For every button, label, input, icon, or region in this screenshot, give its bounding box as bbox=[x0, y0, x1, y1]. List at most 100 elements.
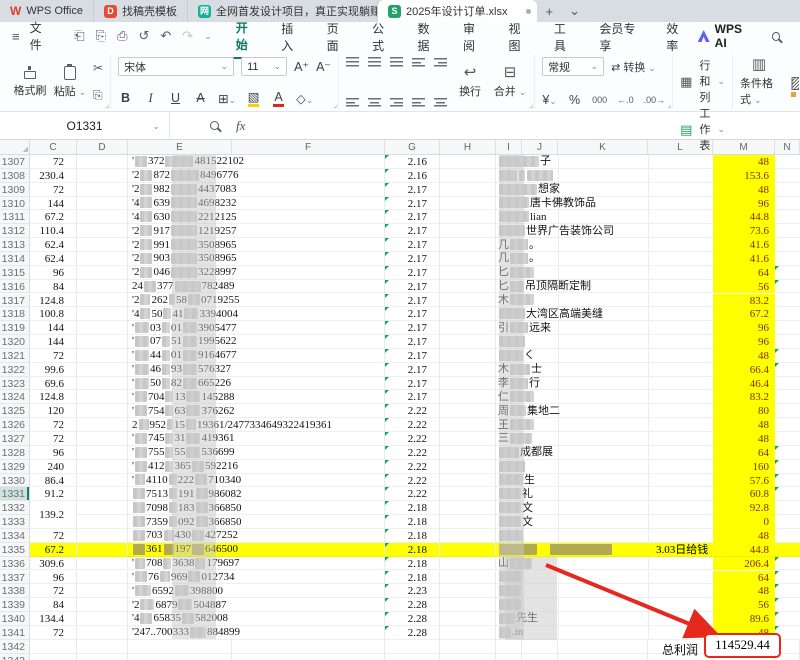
cell-M1333[interactable]: 0 bbox=[713, 515, 775, 529]
cell-C1314[interactable]: 62.4 bbox=[30, 251, 77, 266]
cell-E1308[interactable]: '2 872 8496776 bbox=[128, 168, 385, 183]
cell-D1316[interactable] bbox=[77, 279, 128, 294]
cell-N1315[interactable] bbox=[775, 265, 800, 280]
cell-C1342[interactable] bbox=[30, 639, 77, 654]
cell-H1314[interactable] bbox=[440, 251, 496, 266]
cell-N1329[interactable] bbox=[775, 459, 800, 474]
row-header-1330[interactable]: 1330 bbox=[0, 473, 30, 488]
cell-D1314[interactable] bbox=[77, 251, 128, 266]
cell-I1319[interactable]: 引 远来 bbox=[496, 321, 713, 336]
cell-N1328[interactable] bbox=[775, 445, 800, 460]
row-header-1341[interactable]: 1341 bbox=[0, 625, 30, 640]
cell-E1337[interactable]: ' 76 969 012734 bbox=[128, 570, 385, 585]
align-left-icon[interactable] bbox=[346, 97, 360, 107]
cell-M1313[interactable]: 41.6 bbox=[713, 238, 775, 252]
cell-I1327[interactable]: 三 bbox=[496, 432, 713, 446]
cell-G1322[interactable]: 2.17 bbox=[385, 362, 440, 377]
cell-M1335[interactable]: 44.8 bbox=[713, 542, 775, 557]
format-painter-button[interactable]: 格式刷 bbox=[13, 55, 47, 109]
cell-C1341[interactable]: 72 bbox=[30, 625, 77, 640]
cell-I1324[interactable]: 仁 bbox=[496, 390, 713, 405]
cell-E1336[interactable]: ' 708 3638 179697 bbox=[128, 556, 385, 571]
cell-H1318[interactable] bbox=[440, 307, 496, 322]
thousands-button[interactable]: 000 bbox=[592, 95, 607, 105]
cell-G1342[interactable] bbox=[385, 639, 440, 654]
quickbar-caret-icon[interactable]: ⌄ bbox=[204, 31, 212, 41]
cell-C1319[interactable]: 144 bbox=[30, 321, 77, 336]
cell-N1335[interactable] bbox=[775, 542, 800, 557]
cell-G1316[interactable]: 2.17 bbox=[385, 279, 440, 294]
row-header-1327[interactable]: 1327 bbox=[0, 432, 30, 446]
cell-M1307[interactable]: 48 bbox=[713, 155, 775, 169]
cell-H1332[interactable] bbox=[440, 501, 496, 516]
cell-G1336[interactable]: 2.18 bbox=[385, 556, 440, 571]
cell-N1318[interactable] bbox=[775, 307, 800, 322]
row-header-1309[interactable]: 1309 bbox=[0, 182, 30, 197]
cell-G1308[interactable]: 2.16 bbox=[385, 168, 440, 183]
cell-E1319[interactable]: ' 03 01 3905477 bbox=[128, 321, 385, 336]
cell-C1327[interactable]: 72 bbox=[30, 432, 77, 446]
borders-button[interactable]: ⊞⌄ bbox=[218, 91, 236, 106]
cell-H1317[interactable] bbox=[440, 293, 496, 308]
cell-E1312[interactable]: '2 917 1219257 bbox=[128, 224, 385, 239]
cell-N1307[interactable] bbox=[775, 155, 800, 169]
cell-I1337[interactable] bbox=[496, 570, 713, 585]
cell-H1308[interactable] bbox=[440, 168, 496, 183]
cell-C1310[interactable]: 144 bbox=[30, 196, 77, 211]
cell-H1341[interactable] bbox=[440, 625, 496, 640]
percent-button[interactable]: % bbox=[567, 93, 582, 107]
row-header-1325[interactable]: 1325 bbox=[0, 404, 30, 419]
cell-I1310[interactable]: 唐卡佛教饰品 bbox=[496, 196, 713, 211]
cell-N1320[interactable] bbox=[775, 335, 800, 349]
ribbon-tab-工具[interactable]: 工具 bbox=[544, 15, 585, 58]
cell-H1311[interactable] bbox=[440, 210, 496, 225]
cell-E1320[interactable]: ' 07 51 1995622 bbox=[128, 335, 385, 349]
print-icon[interactable]: ⎙ bbox=[117, 28, 127, 44]
cell-G1313[interactable]: 2.17 bbox=[385, 238, 440, 252]
cell-D1321[interactable] bbox=[77, 348, 128, 363]
cell-G1324[interactable]: 2.17 bbox=[385, 390, 440, 405]
cell-E1342[interactable] bbox=[128, 639, 232, 654]
cell-H1316[interactable] bbox=[440, 279, 496, 294]
ribbon-tab-插入[interactable]: 插入 bbox=[271, 15, 312, 58]
cell-M1318[interactable]: 67.2 bbox=[713, 307, 775, 322]
row-header-1342[interactable]: 1342 bbox=[0, 639, 30, 654]
cell-D1315[interactable] bbox=[77, 265, 128, 280]
row-header-1336[interactable]: 1336 bbox=[0, 556, 30, 571]
redo-icon[interactable]: ↷ bbox=[182, 28, 193, 44]
cell-H1310[interactable] bbox=[440, 196, 496, 211]
row-header-1339[interactable]: 1339 bbox=[0, 598, 30, 613]
col-header-J[interactable]: J bbox=[522, 140, 558, 154]
cell-D1327[interactable] bbox=[77, 432, 128, 446]
convert-button[interactable]: ⇄ 转换 ⌄ bbox=[611, 59, 656, 75]
cell-D1332[interactable] bbox=[77, 501, 128, 516]
cell-N1333[interactable] bbox=[775, 515, 800, 529]
row-header-1310[interactable]: 1310 bbox=[0, 196, 30, 211]
align-right-icon[interactable] bbox=[390, 97, 404, 107]
italic-button[interactable]: I bbox=[143, 91, 158, 106]
ribbon-tab-公式[interactable]: 公式 bbox=[362, 15, 403, 58]
cell-H1329[interactable] bbox=[440, 459, 496, 474]
cell-M1325[interactable]: 80 bbox=[713, 404, 775, 419]
cell-M1324[interactable]: 83.2 bbox=[713, 390, 775, 405]
cell-N1337[interactable] bbox=[775, 570, 800, 585]
cell-N1330[interactable] bbox=[775, 473, 800, 488]
cell-I1316[interactable]: 匕 吊顶隔断定制 bbox=[496, 279, 713, 294]
cell-H1340[interactable] bbox=[440, 612, 496, 626]
cell-D1328[interactable] bbox=[77, 445, 128, 460]
cell-C1308[interactable]: 230.4 bbox=[30, 168, 77, 183]
cell-N1314[interactable] bbox=[775, 252, 800, 266]
cell-M1308[interactable]: 153.6 bbox=[713, 168, 775, 183]
cell-C1318[interactable]: 100.8 bbox=[30, 307, 77, 322]
row-header-1314[interactable]: 1314 bbox=[0, 251, 30, 266]
cell-H1336[interactable] bbox=[440, 556, 496, 571]
cell-I1339[interactable] bbox=[496, 598, 713, 613]
cell-C1324[interactable]: 124.8 bbox=[30, 390, 77, 405]
cell-M1314[interactable]: 41.6 bbox=[713, 251, 775, 266]
cell-D1334[interactable] bbox=[77, 528, 128, 543]
cell-D1310[interactable] bbox=[77, 196, 128, 211]
sync-icon[interactable]: ↺ bbox=[138, 28, 149, 44]
cell-N1332[interactable] bbox=[775, 501, 800, 516]
cell-H1335[interactable] bbox=[440, 542, 496, 557]
formula-search-icon[interactable] bbox=[210, 121, 219, 130]
